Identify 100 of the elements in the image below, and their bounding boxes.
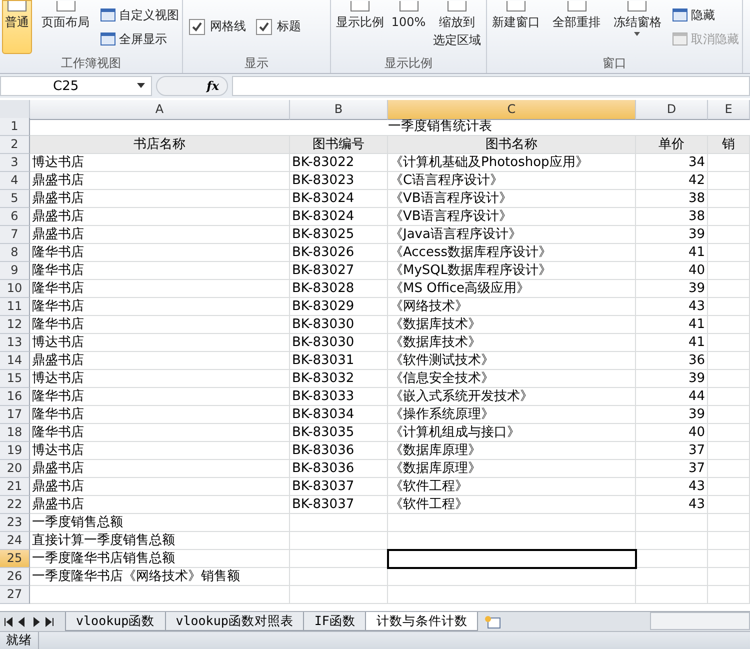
row-header[interactable]: 27 — [0, 586, 30, 604]
column-header[interactable]: A — [30, 100, 290, 120]
table-cell: 《Access数据库程序设计》 — [388, 244, 636, 262]
row-header[interactable]: 6 — [0, 208, 30, 226]
table-cell: BK-83030 — [290, 316, 388, 334]
table-cell: 一季度隆华书店销售总额 — [30, 550, 290, 568]
active-cell[interactable] — [388, 550, 636, 568]
row-header[interactable]: 19 — [0, 442, 30, 460]
insert-function-button[interactable]: fx — [156, 76, 228, 96]
empty-cell — [636, 586, 708, 604]
ribbon-button[interactable]: 缩放到 选定区域 — [430, 0, 484, 54]
table-cell: 隆华书店 — [30, 406, 290, 424]
column-header[interactable]: B — [290, 100, 388, 120]
row-header[interactable]: 16 — [0, 388, 30, 406]
checkbox-label: 网格线 — [210, 18, 246, 35]
row-header[interactable]: 20 — [0, 460, 30, 478]
ribbon-button[interactable]: 普通 — [2, 0, 32, 54]
formula-input[interactable] — [232, 76, 750, 96]
table-cell: 39 — [636, 370, 708, 388]
ribbon-button[interactable]: 全屏显示 — [99, 28, 180, 50]
table-cell: 39 — [636, 226, 708, 244]
row-header[interactable]: 22 — [0, 496, 30, 514]
window-icon — [396, 1, 420, 13]
column-header[interactable]: C — [388, 100, 636, 120]
name-box[interactable]: C25 — [0, 76, 152, 96]
table-cell: 《网络技术》 — [388, 298, 636, 316]
ribbon-button[interactable]: 100% — [388, 0, 429, 54]
sheet-tab[interactable]: vlookup函数 — [65, 612, 166, 631]
ribbon-button[interactable]: 全部重排 — [550, 0, 604, 54]
ribbon-button[interactable]: 新建窗口 — [489, 0, 543, 54]
checkbox[interactable] — [189, 18, 205, 34]
empty-cell — [636, 568, 708, 586]
row-header[interactable]: 7 — [0, 226, 30, 244]
window-icon — [348, 1, 372, 13]
group-label: 窗口 — [602, 55, 628, 72]
ribbon-button[interactable]: 隐藏 — [670, 4, 740, 26]
row-header[interactable]: 3 — [0, 154, 30, 172]
column-header[interactable]: D — [636, 100, 708, 120]
table-cell: 38 — [636, 190, 708, 208]
row-header[interactable]: 18 — [0, 424, 30, 442]
ribbon-button[interactable]: 显示比例 — [333, 0, 387, 54]
row-header[interactable]: 4 — [0, 172, 30, 190]
row-header[interactable]: 10 — [0, 280, 30, 298]
row-header[interactable]: 8 — [0, 244, 30, 262]
sheet-tab[interactable]: IF函数 — [303, 612, 366, 631]
table-cell: 《计算机组成与接口》 — [388, 424, 636, 442]
window-icon — [100, 8, 116, 22]
table-cell: 隆华书店 — [30, 244, 290, 262]
row-header[interactable]: 5 — [0, 190, 30, 208]
row-header[interactable]: 2 — [0, 136, 30, 154]
table-cell: 《数据库技术》 — [388, 316, 636, 334]
table-cell: 《数据库原理》 — [388, 442, 636, 460]
row-header[interactable]: 17 — [0, 406, 30, 424]
row-header[interactable]: 9 — [0, 262, 30, 280]
row-header[interactable]: 13 — [0, 334, 30, 352]
table-cell: 隆华书店 — [30, 280, 290, 298]
table-cell: 40 — [636, 424, 708, 442]
row-header[interactable]: 25 — [0, 550, 30, 568]
window-icon — [672, 32, 688, 46]
caret-icon — [137, 83, 145, 89]
table-cell: 37 — [636, 442, 708, 460]
column-title: 书店名称 — [30, 136, 290, 154]
ribbon-button[interactable]: 冻结窗格 — [610, 0, 664, 54]
row-header[interactable]: 14 — [0, 352, 30, 370]
ribbon-button[interactable]: 页面布局 — [38, 0, 92, 54]
checkbox[interactable] — [256, 18, 272, 34]
table-cell: 《操作系统原理》 — [388, 406, 636, 424]
table-cell: 《C语言程序设计》 — [388, 172, 636, 190]
sheet-tab[interactable]: vlookup函数对照表 — [164, 612, 304, 631]
table-cell: 鼎盛书店 — [30, 226, 290, 244]
row-header[interactable]: 24 — [0, 532, 30, 550]
table-cell: 一季度隆华书店《网络技术》销售额 — [30, 568, 290, 586]
ribbon-button[interactable]: 自定义视图 — [99, 4, 180, 26]
table-cell: 43 — [636, 496, 708, 514]
row-header[interactable]: 23 — [0, 514, 30, 532]
row-header[interactable]: 21 — [0, 478, 30, 496]
table-cell: 一季度销售总额 — [30, 514, 290, 532]
table-cell: 36 — [636, 352, 708, 370]
table-cell: 《软件测试技术》 — [388, 352, 636, 370]
window-icon — [625, 1, 650, 13]
table-cell: 鼎盛书店 — [30, 496, 290, 514]
row-header[interactable]: 26 — [0, 568, 30, 586]
table-cell: 《数据库技术》 — [388, 334, 636, 352]
table-cell: 鼎盛书店 — [30, 172, 290, 190]
table-cell: 鼎盛书店 — [30, 460, 290, 478]
window-icon — [100, 32, 116, 46]
row-header[interactable]: 1 — [0, 118, 30, 136]
table-cell: BK-83030 — [290, 334, 388, 352]
window-icon — [54, 1, 78, 13]
table-cell: 《Java语言程序设计》 — [388, 226, 636, 244]
row-header[interactable]: 15 — [0, 370, 30, 388]
horizontal-scrollbar[interactable] — [650, 612, 750, 630]
row-header[interactable]: 11 — [0, 298, 30, 316]
row-header[interactable]: 12 — [0, 316, 30, 334]
column-header[interactable]: E — [708, 100, 750, 120]
table-cell: 38 — [636, 208, 708, 226]
sheet-tab[interactable]: 计数与条件计数 — [365, 612, 478, 631]
table-cell: BK-83024 — [290, 208, 388, 226]
window-icon — [672, 8, 688, 22]
table-cell: 40 — [636, 262, 708, 280]
